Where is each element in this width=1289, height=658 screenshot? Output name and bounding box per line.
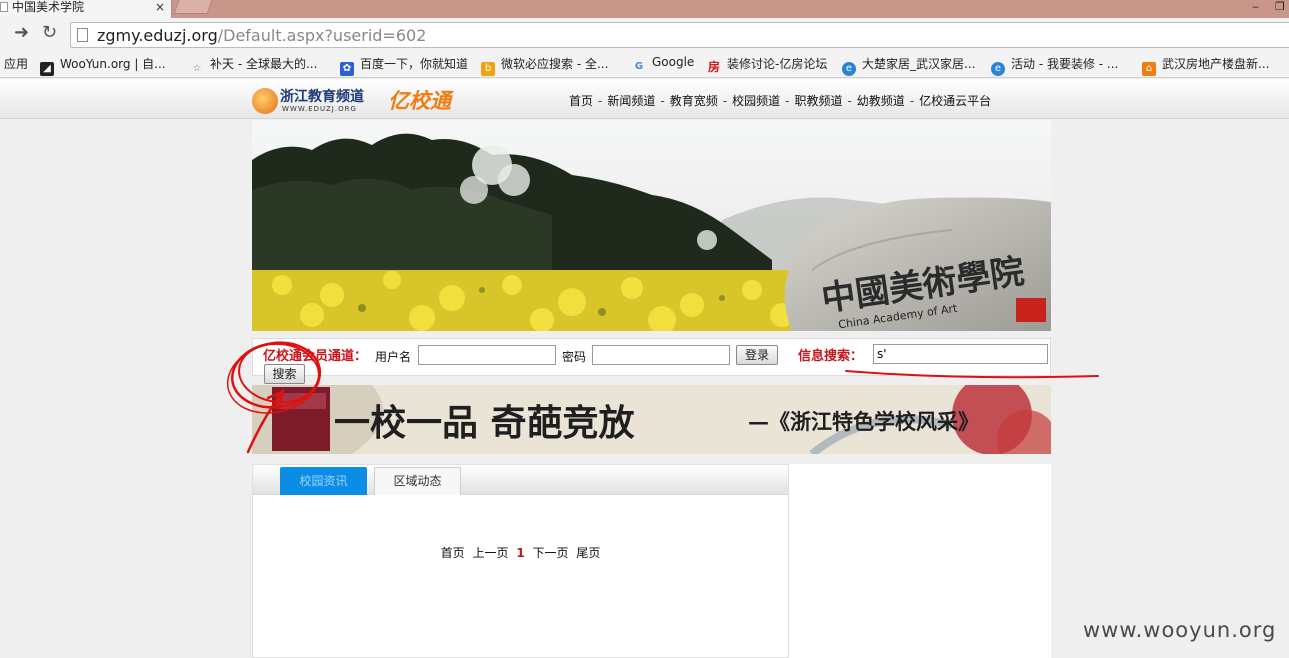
seal-stamp-icon bbox=[1016, 298, 1046, 322]
tab-regional-news[interactable]: 区域动态 bbox=[374, 467, 461, 495]
nav-preschool[interactable]: 幼教频道 bbox=[857, 94, 905, 108]
news-panel: 校园资讯 区域动态 首页 上一页 1 下一页 尾页 bbox=[252, 464, 789, 658]
campus-banner-image: 中國美術學院 China Academy of Art bbox=[252, 120, 1051, 331]
bookmark-label: WooYun.org | 自... bbox=[60, 57, 166, 71]
page-icon bbox=[0, 2, 8, 12]
banner-illustration: 中國美術學院 China Academy of Art bbox=[252, 120, 1051, 331]
baidu-paw-icon: ✿ bbox=[340, 62, 354, 76]
bookmark-label: Google bbox=[652, 55, 695, 69]
ad-subtitle: —《浙江特色学校风采》 bbox=[748, 409, 979, 434]
bookmark-label: 武汉房地产楼盘新... bbox=[1162, 57, 1270, 71]
tab-title: 中国美术学院 bbox=[12, 0, 85, 14]
bookmark-wuhan-fangchan[interactable]: ⌂ 武汉房地产楼盘新... bbox=[1142, 55, 1269, 76]
member-login-bar: 亿校通会员通道： 用户名 密码 登录 信息搜索： bbox=[252, 338, 1051, 376]
butian-icon: ☆ bbox=[192, 63, 202, 74]
bookmark-butian[interactable]: ☆ 补天 - 全球最大的... bbox=[190, 55, 318, 76]
watermark: www.wooyun.org bbox=[1083, 618, 1277, 642]
news-tabs: 校园资讯 区域动态 bbox=[253, 465, 788, 495]
pager-last[interactable]: 尾页 bbox=[576, 546, 600, 560]
search-input[interactable] bbox=[873, 344, 1048, 364]
site-header: 浙江教育频道 WWW.EDUZJ.ORG 亿校通 首页 - 新闻频道 - 教育宽频 - 校园… bbox=[0, 79, 1289, 119]
ad-headline: 一校一品 奇葩竞放 bbox=[334, 402, 635, 444]
featured-schools-banner[interactable]: 一校一品 奇葩竞放 —《浙江特色学校风采》 bbox=[252, 385, 1051, 454]
search-button[interactable]: 搜索 bbox=[264, 364, 305, 384]
url-host: zgmy.eduzj.org bbox=[97, 26, 218, 45]
brand-name[interactable]: 亿校通 bbox=[388, 85, 451, 115]
logo-title: 浙江教育频道 bbox=[280, 89, 364, 105]
nav-home[interactable]: 首页 bbox=[569, 94, 593, 108]
new-tab-button[interactable] bbox=[173, 0, 213, 14]
bookmark-label: 百度一下，你就知道 bbox=[360, 57, 469, 71]
url-text: zgmy.eduzj.org/Default.aspx?userid=602 bbox=[97, 26, 426, 45]
web-page: 浙江教育频道 WWW.EDUZJ.ORG 亿校通 首页 - 新闻频道 - 教育宽频 - 校园… bbox=[0, 79, 1289, 658]
bookmark-apps[interactable]: 应用 bbox=[4, 55, 28, 72]
bookmark-fang[interactable]: 房装修讨论-亿房论坛 bbox=[707, 55, 827, 74]
pager-current: 1 bbox=[516, 546, 525, 560]
right-column bbox=[789, 464, 1051, 658]
pager-first[interactable]: 首页 bbox=[441, 546, 465, 560]
fang-icon: 房 bbox=[707, 60, 720, 74]
nav-broadband[interactable]: 教育宽频 bbox=[670, 94, 718, 108]
ie-icon: e bbox=[991, 62, 1005, 76]
bookmarks-bar: 应用 ◢ WooYun.org | 自... ☆ 补天 - 全球最大的... ✿ 百度… bbox=[0, 50, 1289, 78]
bookmark-wooyun[interactable]: ◢ WooYun.org | 自... bbox=[40, 55, 166, 76]
password-label: 密码 bbox=[562, 350, 587, 364]
bookmark-label: 应用 bbox=[4, 57, 29, 71]
nav-separator: - bbox=[909, 94, 915, 108]
nav-separator: - bbox=[722, 94, 728, 108]
member-channel-title: 亿校通会员通道： bbox=[263, 349, 368, 364]
pagination: 首页 上一页 1 下一页 尾页 bbox=[253, 544, 788, 561]
bing-icon: b bbox=[481, 62, 495, 76]
tab-campus-news[interactable]: 校园资讯 bbox=[280, 467, 367, 495]
username-input[interactable] bbox=[418, 345, 556, 365]
search-label: 信息搜索： bbox=[798, 349, 864, 364]
bookmark-huodong[interactable]: e 活动 - 我要装修 - ... bbox=[991, 55, 1118, 76]
bookmark-google[interactable]: G Google bbox=[632, 55, 694, 74]
ad-illustration: 一校一品 奇葩竞放 —《浙江特色学校风采》 bbox=[252, 385, 1051, 454]
nav-campus[interactable]: 校园频道 bbox=[732, 94, 780, 108]
nav-separator: - bbox=[847, 94, 852, 108]
password-input[interactable] bbox=[592, 345, 730, 365]
logo-emblem-icon bbox=[252, 88, 278, 114]
bookmark-label: 装修讨论-亿房论坛 bbox=[727, 57, 828, 71]
url-path: /Default.aspx?userid=602 bbox=[217, 26, 427, 45]
bookmark-baidu[interactable]: ✿ 百度一下，你就知道 bbox=[340, 55, 468, 76]
nav-vocational[interactable]: 职教频道 bbox=[794, 94, 842, 108]
pager-next[interactable]: 下一页 bbox=[533, 546, 569, 560]
username-label: 用户名 bbox=[375, 350, 412, 364]
bookmark-dachu[interactable]: e 大楚家居_武汉家居... bbox=[842, 55, 975, 76]
logo-subtitle: WWW.EDUZJ.ORG bbox=[282, 105, 357, 113]
pager-prev[interactable]: 上一页 bbox=[472, 546, 508, 560]
browser-tab-strip: 中国美术学院 × ‒ ❐ bbox=[0, 0, 1289, 18]
bookmark-label: 微软必应搜索 - 全... bbox=[501, 57, 609, 71]
minimize-icon[interactable]: ‒ bbox=[1252, 0, 1259, 13]
bookmark-bing[interactable]: b 微软必应搜索 - 全... bbox=[481, 55, 608, 76]
bookmark-label: 大楚家居_武汉家居... bbox=[862, 57, 976, 71]
browser-tab[interactable]: 中国美术学院 × bbox=[0, 0, 172, 18]
browser-toolbar: ➜ ↻ zgmy.eduzj.org/Default.aspx?userid=6… bbox=[0, 18, 1289, 50]
wooyun-icon: ◢ bbox=[40, 62, 54, 76]
maximize-icon[interactable]: ❐ bbox=[1275, 0, 1285, 13]
house-icon: ⌂ bbox=[1142, 62, 1156, 76]
login-button[interactable]: 登录 bbox=[736, 345, 778, 365]
eduzj-logo[interactable]: 浙江教育频道 WWW.EDUZJ.ORG bbox=[252, 86, 366, 114]
bookmark-label: 活动 - 我要装修 - ... bbox=[1011, 57, 1119, 71]
nav-separator: - bbox=[785, 94, 790, 108]
google-icon: G bbox=[634, 61, 644, 72]
close-tab-icon[interactable]: × bbox=[155, 0, 165, 14]
ie-icon: e bbox=[842, 62, 856, 76]
address-bar[interactable]: zgmy.eduzj.org/Default.aspx?userid=602 bbox=[70, 22, 1289, 48]
nav-news[interactable]: 新闻频道 bbox=[607, 94, 655, 108]
reload-icon[interactable]: ↻ bbox=[42, 23, 57, 43]
nav-separator: - bbox=[598, 94, 603, 108]
nav-separator: - bbox=[660, 94, 665, 108]
bookmark-label: 补天 - 全球最大的... bbox=[210, 57, 318, 71]
forward-arrow-icon[interactable]: ➜ bbox=[14, 23, 29, 43]
site-nav: 首页 - 新闻频道 - 教育宽频 - 校园频道 - 职教频道 - 幼教频道 - 亿校通云平台 bbox=[569, 92, 991, 109]
nav-cloud-platform[interactable]: 亿校通云平台 bbox=[919, 94, 991, 108]
page-icon bbox=[77, 28, 88, 42]
